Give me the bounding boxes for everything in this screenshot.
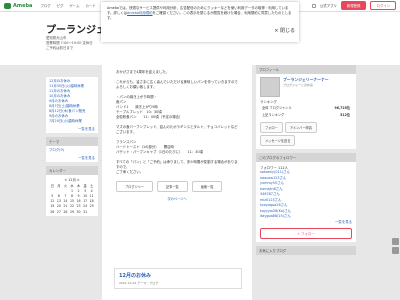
global-nav: ブログ ピグ ゲーム カード 占い — [40, 3, 108, 8]
post-date: 2021-12-01 テーマ：ブログ — [119, 281, 159, 285]
message-button[interactable]: メッセージを送る — [260, 135, 296, 146]
calendar-table: 日月火水木金土 1234 5 6 7 8 9 10 11 12 13 14 15 16 17 18 19… — [49, 182, 95, 214]
calendar: < 12月 > 日月火水木金土 1234 5 6 7 8 9 10 11 12 13 14 15 1… — [46, 175, 98, 217]
theme-heading: テーマ — [46, 137, 98, 146]
desc-line-3: ご予約は前日まで — [46, 46, 74, 50]
follow-small-button[interactable]: フォロー — [260, 122, 283, 133]
phone-icon — [311, 3, 316, 8]
logo-text: Ameba — [13, 2, 33, 9]
left-sidebar: 12月のお休み 11月30日(火)臨時休業 11月のお休み 10月のお休み 9月… — [46, 77, 98, 220]
image-list-button[interactable]: 画像一覧 — [191, 181, 223, 192]
nav-game[interactable]: ゲーム — [69, 3, 79, 8]
share-icon[interactable] — [392, 238, 399, 245]
favorites-heading: お気に入りブログ — [256, 246, 356, 255]
follower-list: フォロワー 112人 sakaeny(011)さん naocow123さん yu… — [256, 162, 356, 242]
ranking-table: 全体 ブログジャンル 96,725位 上記ランキング 512位 — [260, 104, 352, 120]
scroll-top-icon[interactable] — [392, 247, 399, 254]
ameba-logo[interactable]: Ameba — [4, 2, 33, 9]
ameba-logo-mark — [4, 2, 11, 9]
theme-item[interactable]: ブログ(9) — [49, 148, 95, 153]
rank2-value: 512位 — [340, 113, 350, 117]
profile-sub: ブログジャーとの共演 — [283, 83, 313, 87]
cookie-close-button[interactable]: × 閉じる — [274, 29, 295, 34]
next-post-card[interactable]: 12月のお休み 2021-12-01 テーマ：ブログ — [114, 268, 242, 289]
followers-heading: このブログのフォロワー — [256, 153, 356, 162]
calendar-heading: カレンダー — [46, 166, 98, 175]
rank2-label[interactable]: 上記ランキング — [262, 113, 318, 118]
recent-posts: 12月のお休み 11月30日(火)臨時休業 11月のお休み 10月のお休み 9月… — [46, 77, 98, 133]
cal-date — [88, 209, 95, 214]
blog-description: 愛知県犬山市 営業時間 7:00〜19:00 定休日 ご予約は前日まで — [46, 36, 93, 51]
avatar[interactable] — [260, 77, 280, 97]
amember-button[interactable]: アメンバー申請 — [284, 122, 317, 133]
theme-list: ブログ(9) 一覧を見る — [46, 146, 98, 162]
follow-button[interactable]: + フォロー — [260, 228, 352, 239]
profile-heading: プロフィール — [256, 65, 356, 74]
article-body: おかげさまで4周年を迎えました。 これからも、皆さまに広く喜んでいただける美味し… — [116, 70, 238, 174]
cookie-notice: Amebaでは、快適なサービス提供や利用分析、広告配信のためにクッキーなどを使い… — [101, 2, 299, 42]
floating-share-buttons — [392, 238, 399, 254]
profile-box: プーランジェリーナーナー ブログジャーとの共演 ランキング 全体 ブログジャンル… — [256, 74, 356, 149]
rank1-value: 96,725位 — [334, 106, 351, 110]
terms-link[interactable]: Ameba利用規約 — [127, 11, 153, 15]
app-link[interactable]: 公式アプリ — [320, 3, 337, 8]
rank1-label[interactable]: 全体 ブログジャンル — [262, 106, 318, 111]
post-title[interactable]: 12月のお休み — [119, 272, 237, 279]
recent-posts-more[interactable]: 一覧を見る — [49, 126, 95, 131]
cookie-text-2: 詳しくは — [113, 11, 128, 15]
blogger-button[interactable]: ブログジャー — [116, 181, 153, 192]
theme-more[interactable]: 一覧を見る — [49, 155, 95, 160]
next-page-link[interactable]: 次のページへ — [116, 196, 238, 201]
right-sidebar: プロフィール プーランジェリーナーナー ブログジャーとの共演 ランキング 全体 … — [256, 65, 356, 255]
nav-blog[interactable]: ブログ — [40, 3, 50, 8]
main-article: おかげさまで4周年を迎えました。 これからも、皆さまに広く喜んでいただける美味し… — [102, 65, 252, 300]
login-button[interactable]: ログイン — [370, 1, 396, 10]
article-list-button[interactable]: 記事一覧 — [156, 181, 188, 192]
recent-post-item[interactable]: 7月20日(火)臨時休業 — [49, 119, 95, 124]
article-actions: ブログジャー 記事一覧 画像一覧 — [116, 181, 238, 192]
nav-card[interactable]: カード — [85, 3, 95, 8]
register-button[interactable]: 新規登録 — [340, 1, 367, 10]
nav-pigg[interactable]: ピグ — [57, 3, 64, 8]
followers-more[interactable]: 一覧を見る — [260, 220, 352, 226]
